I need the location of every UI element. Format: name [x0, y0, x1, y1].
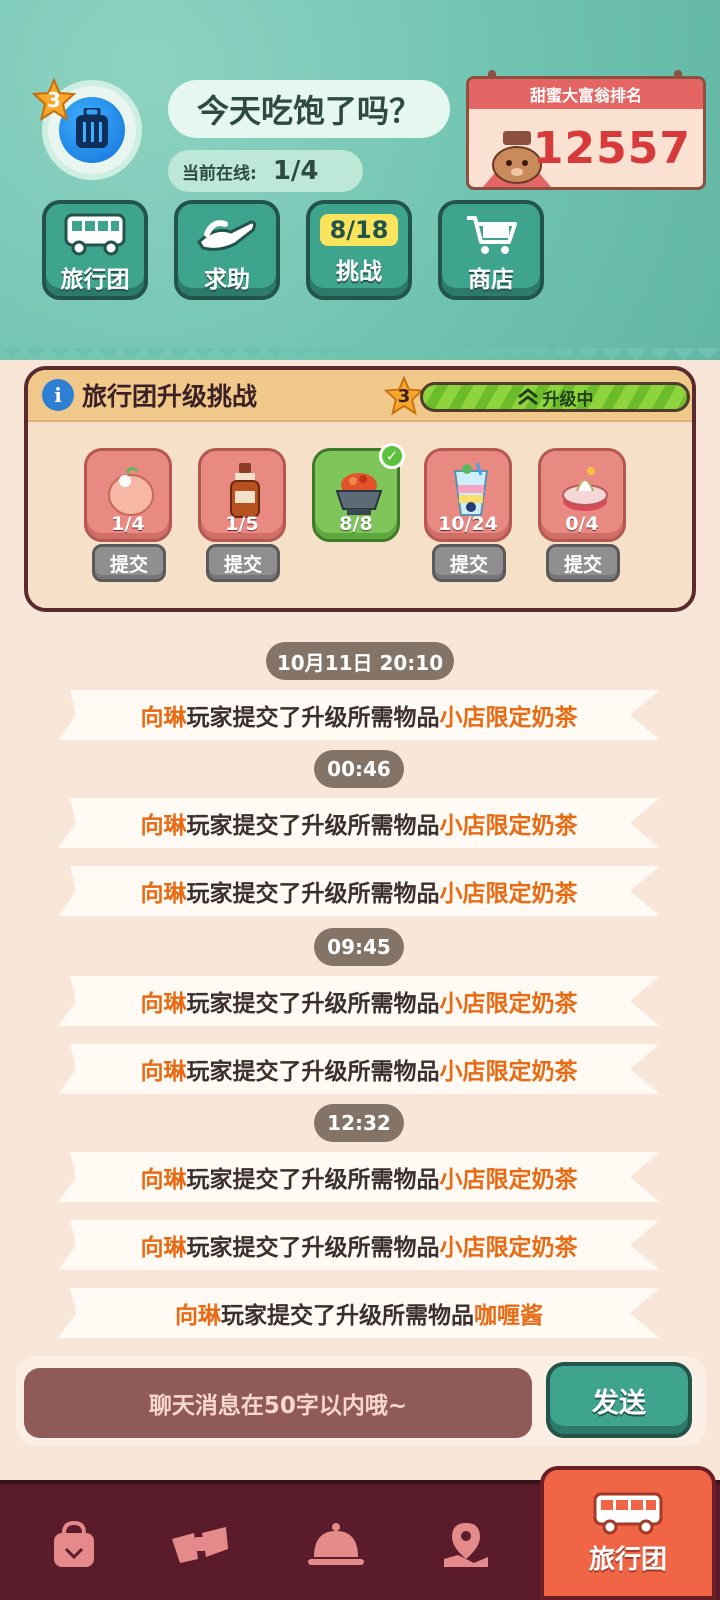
greeting-bubble: 今天吃饱了吗？ [168, 80, 450, 138]
challenge-level: 3 [397, 385, 411, 407]
message-user: 向琳 [140, 991, 187, 1017]
player-level-star: 3 [32, 78, 76, 122]
message-text: 玩家提交了升级所需物品 [186, 1167, 440, 1193]
ranking-calendar[interactable]: 甜蜜大富翁排名 12557 [466, 76, 706, 190]
tab-kitchen[interactable] [290, 1500, 382, 1590]
item-count: 1/4 [111, 513, 145, 535]
challenge-item-parfait[interactable]: 10/24 [424, 448, 512, 542]
chat-message: 向琳 玩家提交了升级所需物品 小店限定奶茶 [58, 798, 660, 848]
info-icon[interactable]: i [42, 379, 74, 411]
ranking-title: 甜蜜大富翁排名 [469, 79, 703, 109]
challenge-item-hotpot[interactable]: ✓ 8/8 [312, 443, 405, 542]
chat-message: 向琳 玩家提交了升级所需物品 小店限定奶茶 [58, 976, 660, 1026]
challenge-count-badge: 8/18 [319, 214, 399, 246]
submit-button[interactable]: 提交 [92, 544, 166, 582]
tab-ribbon[interactable] [154, 1500, 246, 1590]
tab-map[interactable] [420, 1500, 512, 1590]
challenge-level-star: 3 [384, 376, 424, 416]
bus-icon [593, 1492, 663, 1534]
message-item: 小店限定奶茶 [439, 991, 578, 1017]
message-text: 玩家提交了升级所需物品 [186, 1235, 440, 1261]
cake-slice-icon [562, 467, 608, 511]
nav-challenge-button[interactable]: 8/18 挑战 [306, 200, 412, 300]
message-user: 向琳 [140, 705, 187, 731]
progress-status: 升级中 [420, 382, 690, 412]
online-count: 1/4 [272, 156, 319, 186]
online-label: 当前在线: [182, 163, 257, 184]
tab-tour-group[interactable]: 旅行团 [540, 1466, 716, 1600]
online-status: 当前在线: 1/4 [168, 150, 363, 192]
message-item: 小店限定奶茶 [439, 1235, 578, 1261]
chat-message: 向琳 玩家提交了升级所需物品 小店限定奶茶 [58, 1044, 660, 1094]
message-text: 玩家提交了升级所需物品 [186, 705, 440, 731]
message-user: 向琳 [175, 1303, 221, 1329]
message-text: 玩家提交了升级所需物品 [186, 1059, 440, 1085]
cloche-icon [308, 1523, 364, 1565]
submit-button[interactable]: 提交 [206, 544, 280, 582]
nav-challenge-label: 挑战 [336, 259, 382, 285]
progress-status-label: 升级中 [542, 389, 594, 410]
nav-shop-button[interactable]: 商店 [438, 200, 544, 300]
parfait-cup-icon [453, 462, 489, 516]
helping-hand-icon [195, 208, 259, 260]
message-item: 小店限定奶茶 [439, 1059, 578, 1085]
message-item: 小店限定奶茶 [439, 881, 578, 907]
upgrade-progress-bar: 升级中 [420, 382, 690, 412]
cart-icon [463, 208, 519, 260]
ribbon-icon [172, 1527, 228, 1563]
bag-icon [54, 1520, 94, 1567]
message-user: 向琳 [140, 1167, 187, 1193]
message-item: 咖喱酱 [474, 1303, 543, 1329]
bus-icon [63, 208, 127, 260]
chat-message: 向琳 玩家提交了升级所需物品 咖喱酱 [58, 1288, 660, 1338]
nav-tour-group-button[interactable]: 旅行团 [42, 200, 148, 300]
chat-message: 向琳 玩家提交了升级所需物品 小店限定奶茶 [58, 1152, 660, 1202]
item-count: 0/4 [565, 513, 599, 535]
completed-check-icon: ✓ [379, 443, 405, 469]
message-text: 玩家提交了升级所需物品 [186, 991, 440, 1017]
sauce-bottle-icon [230, 463, 260, 518]
submit-button[interactable]: 提交 [546, 544, 620, 582]
message-item: 小店限定奶茶 [439, 1167, 578, 1193]
message-text: 玩家提交了升级所需物品 [221, 1303, 474, 1329]
message-item: 小店限定奶茶 [439, 705, 578, 731]
challenge-item-sauce-bottle[interactable]: 1/5 [198, 448, 286, 542]
message-user: 向琳 [140, 813, 187, 839]
nav-help-button[interactable]: 求助 [174, 200, 280, 300]
hotpot-bowl-icon [335, 473, 383, 515]
item-count: 8/8 [339, 513, 373, 535]
nav-shop-label: 商店 [468, 267, 514, 293]
chat-timestamp: 09:45 [314, 928, 404, 966]
shaved-ice-icon [108, 466, 154, 516]
tab-bag[interactable] [28, 1500, 120, 1590]
item-count: 1/5 [225, 513, 259, 535]
item-count: 10/24 [438, 513, 498, 535]
ranking-score: 12557 [532, 123, 691, 174]
nav-tour-group-label: 旅行团 [60, 267, 130, 293]
chat-message: 向琳 玩家提交了升级所需物品 小店限定奶茶 [58, 1220, 660, 1270]
message-text: 玩家提交了升级所需物品 [186, 813, 440, 839]
message-user: 向琳 [140, 881, 187, 907]
double-chevron-up-icon [517, 388, 538, 406]
tab-tour-group-label: 旅行团 [588, 1544, 667, 1575]
message-user: 向琳 [140, 1059, 187, 1085]
message-text: 玩家提交了升级所需物品 [186, 881, 440, 907]
upgrade-challenge-panel: i 旅行团升级挑战 3 升级中 1/4 提交 1/5 提交 ✓ 8/8 10/2… [24, 366, 696, 612]
chat-message-input[interactable]: 聊天消息在50字以内哦~ [24, 1368, 532, 1438]
message-user: 向琳 [140, 1235, 187, 1261]
send-button[interactable]: 发送 [546, 1362, 692, 1438]
challenge-item-shaved-ice[interactable]: 1/4 [84, 448, 172, 542]
chat-message: 向琳 玩家提交了升级所需物品 小店限定奶茶 [58, 690, 660, 740]
chat-timestamp: 12:32 [314, 1104, 404, 1142]
panel-title: 旅行团升级挑战 [82, 382, 258, 411]
submit-button[interactable]: 提交 [432, 544, 506, 582]
chat-message: 向琳 玩家提交了升级所需物品 小店限定奶茶 [58, 866, 660, 916]
map-pin-icon [444, 1523, 488, 1567]
nav-help-label: 求助 [204, 267, 250, 293]
message-item: 小店限定奶茶 [439, 813, 578, 839]
chat-timestamp: 10月11日 20:10 [266, 642, 454, 680]
challenge-item-cake[interactable]: 0/4 [538, 448, 626, 542]
player-level: 3 [47, 88, 61, 112]
chat-timestamp: 00:46 [314, 750, 404, 788]
